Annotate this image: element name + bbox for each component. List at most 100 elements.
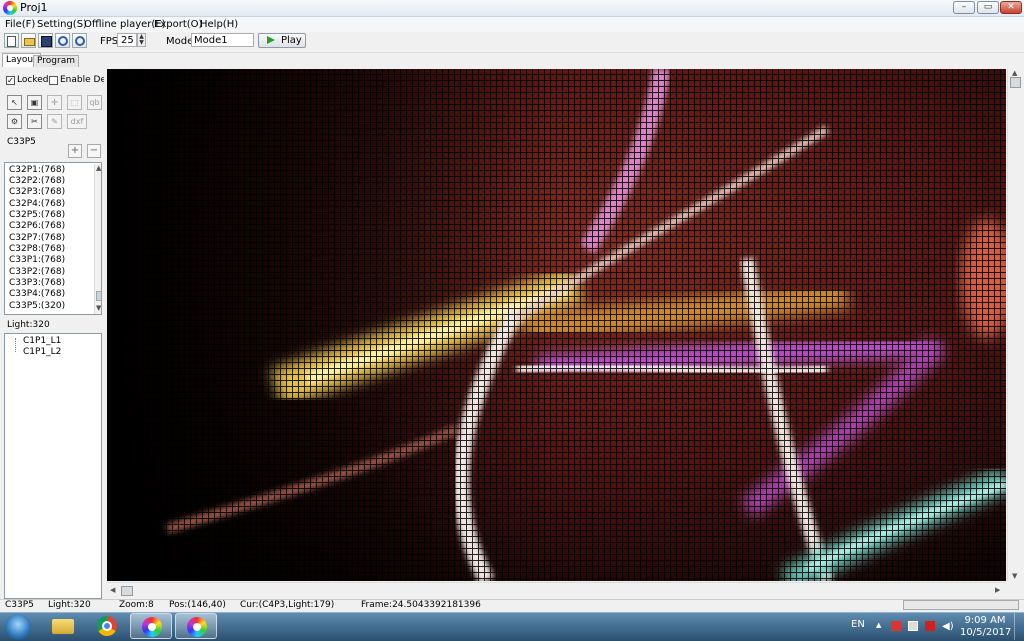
app-swirl-icon bbox=[142, 617, 162, 637]
status-cursor: Cur:(C4P3,Light:179) bbox=[240, 600, 335, 610]
dxf-button[interactable]: dxf bbox=[67, 114, 87, 129]
select-tool-button[interactable]: ↖ bbox=[7, 95, 22, 110]
minimize-button[interactable]: – bbox=[953, 1, 975, 14]
port-list-scroll-thumb[interactable] bbox=[96, 291, 101, 301]
new-file-icon bbox=[7, 36, 16, 47]
menu-help[interactable]: Help(H) bbox=[200, 17, 238, 32]
list-item[interactable]: C32P4:(768) bbox=[9, 199, 65, 210]
frame-tool-button[interactable]: ▣ bbox=[27, 95, 42, 110]
toolbar bbox=[0, 32, 1024, 53]
tree-item[interactable]: C1P1_L1 bbox=[23, 336, 61, 346]
open-folder-icon bbox=[24, 38, 35, 46]
zoom-in-icon bbox=[58, 36, 68, 46]
zoom-out-icon bbox=[75, 36, 85, 46]
list-item[interactable]: C32P2:(768) bbox=[9, 176, 65, 187]
status-zoom: Zoom:8 bbox=[119, 600, 154, 610]
new-file-button[interactable] bbox=[4, 33, 19, 48]
app-swirl-icon bbox=[3, 1, 17, 15]
list-item[interactable]: C33P3:(768) bbox=[9, 278, 65, 289]
taskbar-led-app-2[interactable] bbox=[175, 613, 217, 639]
remove-port-button[interactable]: − bbox=[87, 144, 101, 158]
fps-input[interactable]: 25 bbox=[117, 33, 137, 47]
led-preview-canvas[interactable] bbox=[107, 69, 1006, 581]
status-pos: Pos:(146,40) bbox=[169, 600, 226, 610]
menu-file[interactable]: File(F) bbox=[5, 17, 35, 32]
enable-debug-label: Enable Debug bbox=[60, 75, 104, 85]
scroll-down-icon[interactable]: ▼ bbox=[1012, 572, 1017, 580]
maximize-button[interactable]: ▭ bbox=[977, 1, 999, 14]
rect-select-button[interactable]: ⬚ bbox=[67, 95, 82, 110]
light-tree[interactable]: C1P1_L1 C1P1_L2 bbox=[4, 333, 102, 599]
close-button[interactable]: ✕ bbox=[1000, 1, 1022, 14]
enable-debug-checkbox[interactable] bbox=[49, 76, 58, 85]
menu-setting[interactable]: Setting(S) bbox=[37, 17, 87, 32]
fps-spinner[interactable]: ▲ ▼ bbox=[137, 33, 146, 47]
list-item[interactable]: C33P1:(768) bbox=[9, 255, 65, 266]
clock-time[interactable]: 9:09 AM bbox=[960, 615, 1010, 626]
start-button[interactable] bbox=[5, 614, 31, 640]
list-item[interactable]: C33P2:(768) bbox=[9, 267, 65, 278]
cut-tool-button[interactable]: ✂ bbox=[27, 114, 42, 129]
tree-line bbox=[15, 338, 16, 352]
edit-tool-button[interactable]: ✎ bbox=[47, 114, 62, 129]
settings-tool-button[interactable]: ⚙ bbox=[7, 114, 22, 129]
tray-expand-icon[interactable]: ▲ bbox=[876, 621, 886, 631]
status-port: C33P5 bbox=[5, 600, 34, 610]
zoom-out-button[interactable] bbox=[72, 33, 87, 48]
play-label: Play bbox=[281, 35, 302, 46]
app-swirl-icon bbox=[187, 617, 207, 637]
light-title: Light:320 bbox=[7, 320, 50, 330]
menu-export[interactable]: Export(O) bbox=[154, 17, 202, 32]
scroll-left-icon[interactable]: ◀ bbox=[110, 586, 115, 594]
window-title: Proj1 bbox=[20, 1, 48, 14]
list-item[interactable]: C32P7:(768) bbox=[9, 233, 65, 244]
mode-input[interactable]: Mode1 bbox=[191, 33, 254, 47]
save-icon bbox=[41, 36, 52, 47]
zoom-in-button[interactable] bbox=[55, 33, 70, 48]
locked-label: Locked bbox=[17, 75, 49, 85]
list-item[interactable]: C32P8:(768) bbox=[9, 244, 65, 255]
status-progress-bar bbox=[903, 600, 1019, 610]
language-indicator[interactable]: EN bbox=[851, 619, 865, 630]
show-desktop-button[interactable] bbox=[1014, 613, 1024, 640]
status-frame: Frame:24.5043392181396 bbox=[361, 600, 481, 610]
title-bar bbox=[0, 0, 1024, 17]
scroll-right-icon[interactable]: ▶ bbox=[995, 586, 1000, 594]
scroll-up-icon[interactable]: ▲ bbox=[96, 164, 101, 172]
move-tool-button[interactable]: ✛ bbox=[47, 95, 62, 110]
open-button[interactable] bbox=[21, 33, 36, 48]
vertical-scroll-thumb[interactable] bbox=[1010, 77, 1021, 88]
play-button[interactable]: Play bbox=[258, 33, 306, 48]
tree-item[interactable]: C1P1_L2 bbox=[23, 347, 61, 357]
list-item[interactable]: C32P6:(768) bbox=[9, 221, 65, 232]
taskbar-explorer[interactable] bbox=[42, 613, 84, 639]
tab-program[interactable]: Program bbox=[33, 55, 79, 67]
list-item[interactable]: C33P5:(320) bbox=[9, 301, 65, 312]
list-item[interactable]: C33P4:(768) bbox=[9, 289, 65, 300]
horizontal-scroll-thumb[interactable] bbox=[121, 586, 133, 596]
led-pattern-graphic bbox=[107, 69, 1006, 581]
play-icon bbox=[267, 36, 275, 44]
tray-flag-icon[interactable] bbox=[891, 621, 901, 631]
qb-button[interactable]: qb bbox=[87, 95, 102, 110]
tray-security-icon[interactable] bbox=[925, 621, 935, 631]
tray-network-icon[interactable] bbox=[908, 621, 918, 631]
add-port-button[interactable]: + bbox=[68, 144, 82, 158]
port-list[interactable]: C32P1:(768) C32P2:(768) C32P3:(768) C32P… bbox=[4, 162, 102, 315]
list-item[interactable]: C32P1:(768) bbox=[9, 165, 65, 176]
clock-date[interactable]: 10/5/2017 bbox=[960, 627, 1011, 638]
folder-icon bbox=[52, 619, 74, 634]
scroll-down-icon[interactable]: ▼ bbox=[96, 304, 101, 312]
taskbar-chrome[interactable] bbox=[86, 613, 128, 639]
scroll-up-icon[interactable]: ▲ bbox=[1012, 69, 1017, 77]
vertical-scrollbar[interactable]: ▲ ▼ bbox=[1007, 69, 1024, 581]
list-item[interactable]: C32P5:(768) bbox=[9, 210, 65, 221]
list-item[interactable]: C32P3:(768) bbox=[9, 187, 65, 198]
save-button[interactable] bbox=[38, 33, 53, 48]
taskbar-led-app-1[interactable] bbox=[130, 613, 172, 639]
locked-checkbox[interactable]: ✓ bbox=[6, 76, 15, 85]
volume-icon[interactable]: ◀) bbox=[942, 621, 954, 632]
port-list-scrollbar[interactable]: ▲ ▼ bbox=[94, 164, 101, 314]
horizontal-scrollbar[interactable]: ◀ ▶ bbox=[107, 582, 1006, 599]
group-title: C33P5 bbox=[7, 137, 36, 147]
